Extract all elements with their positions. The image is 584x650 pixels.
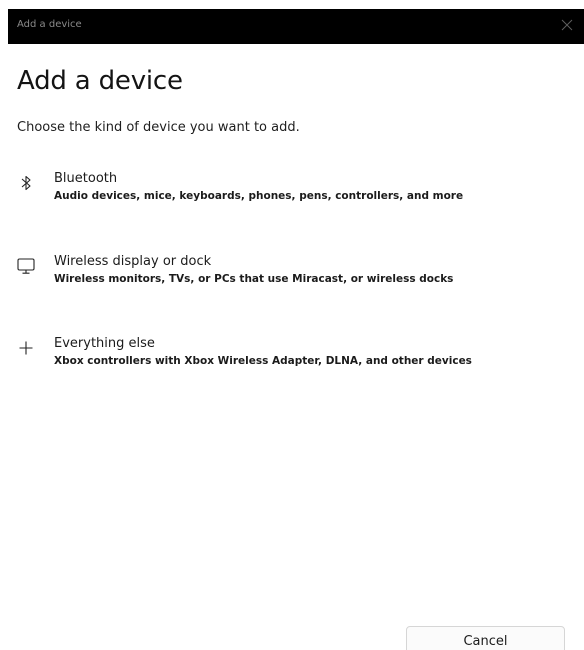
option-description: Audio devices, mice, keyboards, phones, …: [54, 190, 464, 202]
title-bar[interactable]: Add a device: [8, 9, 584, 44]
option-wireless-display[interactable]: Wireless display or dock Wireless monito…: [8, 252, 578, 302]
option-label: Bluetooth: [54, 171, 118, 186]
option-bluetooth[interactable]: Bluetooth Audio devices, mice, keyboards…: [8, 169, 578, 219]
cancel-button[interactable]: Cancel: [406, 626, 565, 650]
close-icon[interactable]: [558, 16, 576, 34]
add-device-window: Add a device Add a device Choose the kin…: [0, 0, 584, 650]
option-description: Xbox controllers with Xbox Wireless Adap…: [54, 355, 472, 367]
bluetooth-icon: [14, 171, 38, 195]
page-title: Add a device: [17, 66, 183, 96]
plus-icon: [14, 336, 38, 360]
option-label: Wireless display or dock: [54, 254, 212, 269]
monitor-icon: [14, 254, 38, 278]
option-description: Wireless monitors, TVs, or PCs that use …: [54, 273, 454, 285]
option-everything-else[interactable]: Everything else Xbox controllers with Xb…: [8, 334, 578, 384]
option-label: Everything else: [54, 336, 155, 351]
page-subtitle: Choose the kind of device you want to ad…: [17, 120, 300, 135]
window-title: Add a device: [17, 19, 82, 30]
